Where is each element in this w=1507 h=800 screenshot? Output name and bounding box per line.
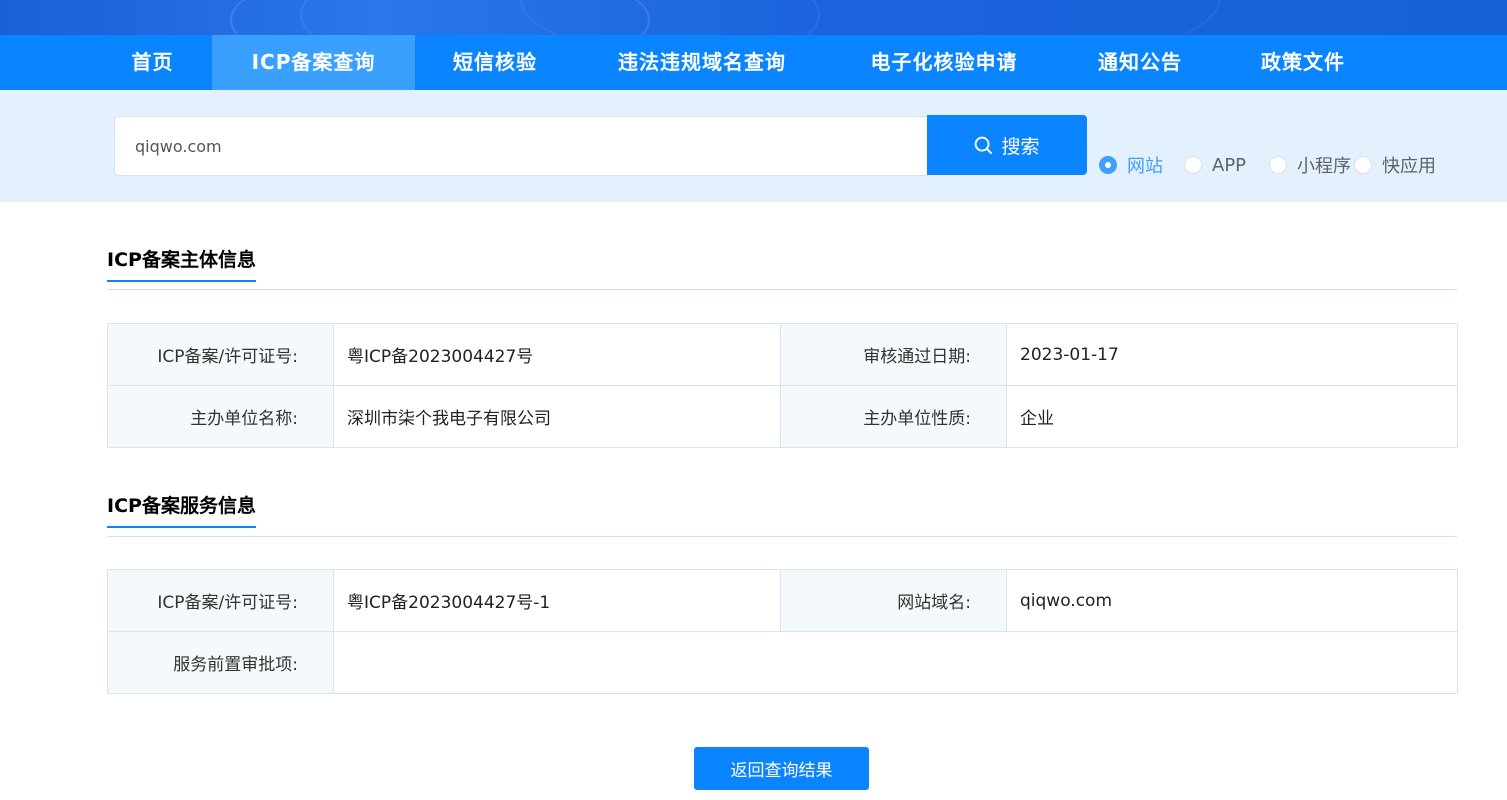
domain-label: 网站域名: <box>780 569 1007 632</box>
organizer-type-value: 企业 <box>1006 385 1458 448</box>
nav-item-electronic-verify[interactable]: 电子化核验申请 <box>846 35 1042 90</box>
service-license-label: ICP备案/许可证号: <box>107 569 334 632</box>
search-icon <box>975 136 993 154</box>
radio-quick-app[interactable]: 快应用 <box>1354 154 1436 177</box>
nav-item-icp-query[interactable]: ICP备案查询 <box>212 35 415 90</box>
approval-date-label: 审核通过日期: <box>780 323 1007 386</box>
license-number-value: 粤ICP备2023004427号 <box>333 323 781 386</box>
table-row: ICP备案/许可证号: 粤ICP备2023004427号-1 网站域名: qiq… <box>107 569 1458 632</box>
pre-approval-label: 服务前置审批项: <box>107 631 334 694</box>
domain-value: qiqwo.com <box>1006 569 1458 632</box>
organizer-name-label: 主办单位名称: <box>107 385 334 448</box>
approval-date-value: 2023-01-17 <box>1006 323 1458 386</box>
radio-dot <box>1184 156 1202 174</box>
nav-item-home[interactable]: 首页 <box>105 35 200 90</box>
subject-section-title: ICP备案主体信息 <box>107 245 256 282</box>
nav-item-notices[interactable]: 通知公告 <box>1080 35 1200 90</box>
organizer-name-value: 深圳市柒个我电子有限公司 <box>333 385 781 448</box>
radio-dot <box>1269 156 1287 174</box>
organizer-type-label: 主办单位性质: <box>780 385 1007 448</box>
service-info-table: ICP备案/许可证号: 粤ICP备2023004427号-1 网站域名: qiq… <box>107 569 1458 694</box>
section-divider <box>107 289 1457 290</box>
radio-mini-program[interactable]: 小程序 <box>1269 154 1351 177</box>
radio-website[interactable]: 网站 <box>1099 154 1163 177</box>
search-input[interactable] <box>114 116 928 176</box>
radio-label: APP <box>1212 154 1247 176</box>
radio-label: 小程序 <box>1297 156 1351 177</box>
nav-item-policy-files[interactable]: 政策文件 <box>1243 35 1363 90</box>
nav-item-illegal-domain-query[interactable]: 违法违规域名查询 <box>597 35 807 90</box>
section-divider <box>107 536 1457 537</box>
main-nav: 首页 ICP备案查询 短信核验 违法违规域名查询 电子化核验申请 通知公告 政策… <box>0 35 1507 90</box>
pre-approval-value <box>333 631 1458 694</box>
search-button[interactable]: 搜索 <box>927 115 1087 175</box>
subject-info-table: ICP备案/许可证号: 粤ICP备2023004427号 审核通过日期: 202… <box>107 323 1458 448</box>
service-section-title: ICP备案服务信息 <box>107 491 256 528</box>
radio-dot <box>1354 156 1372 174</box>
license-number-label: ICP备案/许可证号: <box>107 323 334 386</box>
banner-decoration <box>520 0 1220 35</box>
radio-dot <box>1099 156 1117 174</box>
table-row: 服务前置审批项: <box>107 631 1458 694</box>
search-button-label: 搜索 <box>1001 135 1040 158</box>
radio-label: 快应用 <box>1382 156 1436 177</box>
radio-label: 网站 <box>1127 156 1163 177</box>
back-to-results-button[interactable]: 返回查询结果 <box>694 747 869 790</box>
table-row: 主办单位名称: 深圳市柒个我电子有限公司 主办单位性质: 企业 <box>107 385 1458 448</box>
radio-app[interactable]: APP <box>1184 154 1246 176</box>
service-license-value: 粤ICP备2023004427号-1 <box>333 569 781 632</box>
top-banner <box>0 0 1507 35</box>
table-row: ICP备案/许可证号: 粤ICP备2023004427号 审核通过日期: 202… <box>107 323 1458 386</box>
nav-item-sms-verify[interactable]: 短信核验 <box>430 35 560 90</box>
search-band: 搜索 网站 APP 小程序 快应用 <box>0 90 1507 202</box>
